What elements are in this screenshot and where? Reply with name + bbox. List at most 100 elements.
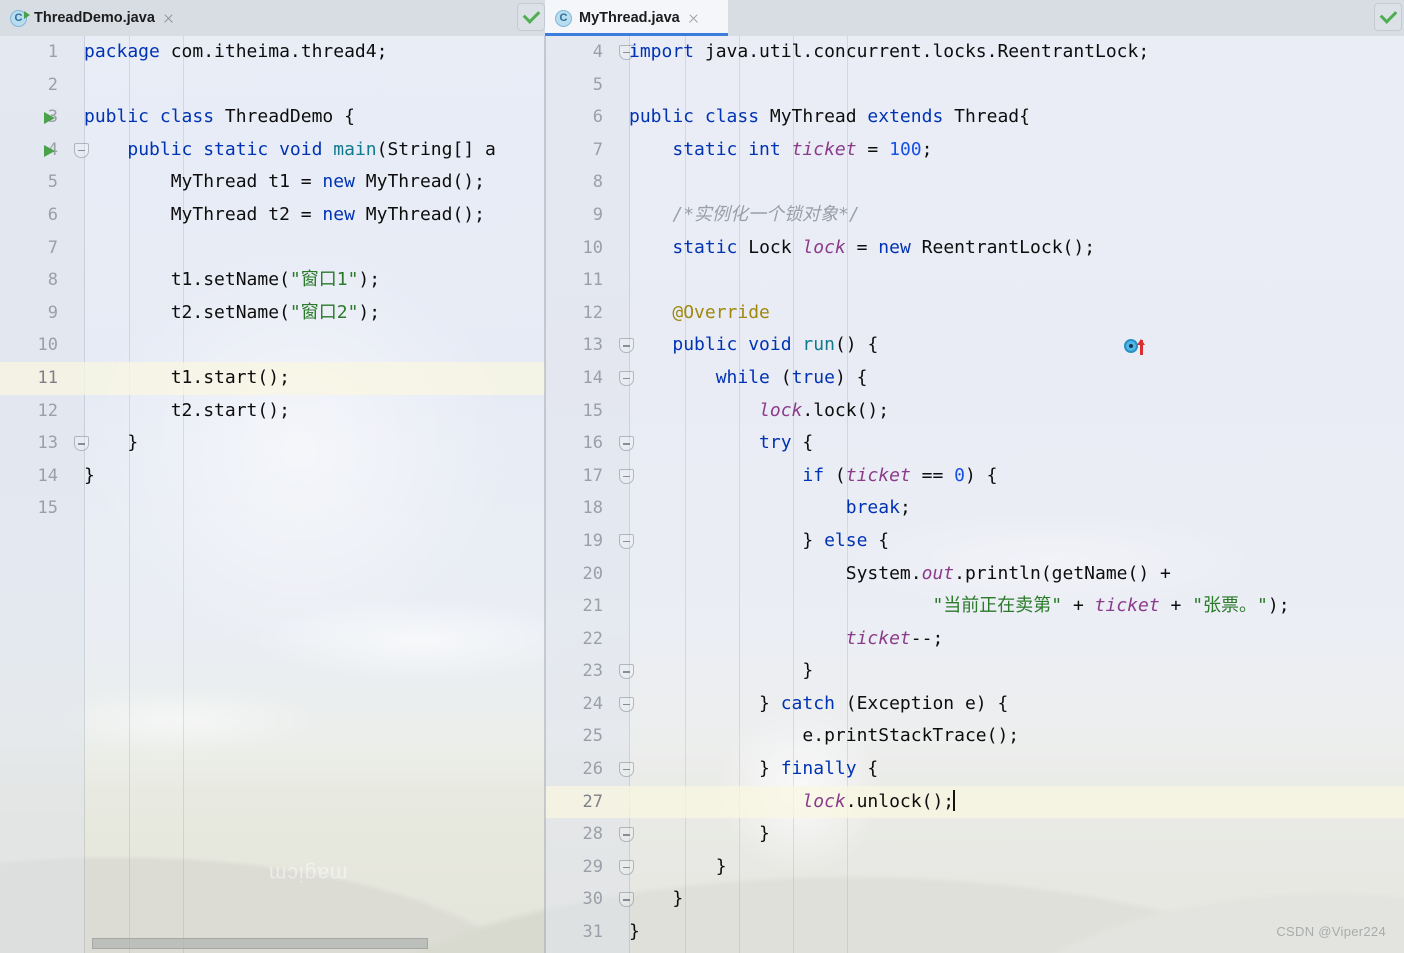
code-line[interactable]: 27 lock.unlock();: [545, 785, 1404, 819]
line-number: 11: [582, 270, 603, 291]
run-triangle-icon[interactable]: [44, 144, 55, 157]
code-line[interactable]: 4 public static void main(String[] a: [0, 134, 545, 167]
line-number: 30: [582, 889, 603, 910]
code-line[interactable]: 28 }: [545, 818, 1404, 851]
code-line[interactable]: 18 break;: [545, 492, 1404, 525]
code-line[interactable]: 30 }: [545, 883, 1404, 916]
code-line[interactable]: 26 } finally {: [545, 753, 1404, 786]
token-fld: out: [921, 562, 955, 584]
token-txt: (String[] a: [376, 138, 496, 160]
line-number: 27: [582, 791, 603, 812]
token-anno: @Override: [672, 301, 770, 323]
line-number: 17: [582, 465, 603, 486]
code-line[interactable]: 2: [0, 69, 545, 102]
code-line[interactable]: 8: [545, 166, 1404, 199]
code-line[interactable]: 16 try {: [545, 427, 1404, 460]
token-meth: main: [322, 138, 377, 160]
code-line[interactable]: 13 }: [0, 427, 545, 460]
token-txt: Lock: [737, 236, 803, 258]
code-line[interactable]: 8 t1.setName("窗口1");: [0, 264, 545, 297]
code-line[interactable]: 4 import java.util.concurrent.locks.Reent…: [545, 36, 1404, 69]
token-fld: ticket: [780, 138, 857, 160]
code-line[interactable]: 23 }: [545, 655, 1404, 688]
token-str: "当前正在卖第": [932, 595, 1063, 617]
code-text: }: [629, 655, 813, 688]
token-txt: () {: [834, 334, 879, 356]
code-line[interactable]: 24 } catch (Exception e) {: [545, 688, 1404, 721]
horizontal-scrollbar-left[interactable]: [84, 931, 545, 953]
code-text: }: [629, 818, 770, 851]
code-text: t2.setName("窗口2");: [84, 297, 380, 330]
token-txt: (Exception e) {: [834, 692, 1009, 714]
tab-threaddemo-java[interactable]: C ThreadDemo.java: [0, 0, 197, 36]
token-kw: try: [759, 432, 792, 454]
code-line[interactable]: 12 t2.start();: [0, 395, 545, 428]
code-line[interactable]: 21 "当前正在卖第" + ticket + "张票。");: [545, 590, 1404, 623]
code-line[interactable]: 9 t2.setName("窗口2");: [0, 297, 545, 330]
token-kw: new: [322, 203, 355, 225]
line-number: 24: [582, 693, 603, 714]
close-icon[interactable]: [687, 12, 700, 25]
run-triangle-icon[interactable]: [44, 112, 55, 125]
code-line[interactable]: 5: [545, 69, 1404, 102]
token-txt: e.printStackTrace();: [629, 725, 1020, 747]
code-text: }: [629, 916, 640, 949]
editor-splitter[interactable]: [544, 36, 546, 953]
code-line[interactable]: 22 ticket--;: [545, 623, 1404, 656]
override-method-icon[interactable]: [1124, 337, 1152, 356]
line-number: 29: [582, 856, 603, 877]
token-kw: else: [824, 529, 868, 551]
token-kw: extends: [867, 106, 944, 128]
token-txt: java.util.concurrent.locks.ReentrantLock…: [694, 41, 1150, 62]
token-str: "窗口1": [289, 269, 359, 291]
code-line[interactable]: 19 } else {: [545, 525, 1404, 558]
code-line[interactable]: 10 static Lock lock = new ReentrantLock(…: [545, 232, 1404, 265]
line-number: 8: [592, 172, 603, 193]
code-line[interactable]: 14 while (true) {: [545, 362, 1404, 395]
token-fld: ticket: [845, 627, 911, 649]
scrollbar-thumb[interactable]: [92, 938, 428, 949]
code-line[interactable]: 3 public class ThreadDemo {: [0, 101, 545, 134]
code-line[interactable]: 11 t1.start();: [0, 361, 545, 395]
token-cmt: /*实例化一个锁对象*/: [672, 203, 860, 225]
inspection-status-left[interactable]: [517, 3, 545, 31]
code-line[interactable]: 7 static int ticket = 100;: [545, 134, 1404, 167]
code-line[interactable]: 1 package com.itheima.thread4;: [0, 36, 545, 69]
line-number: 19: [582, 530, 603, 551]
code-line[interactable]: 15 lock.lock();: [545, 395, 1404, 428]
code-line[interactable]: 15: [0, 492, 545, 525]
code-line[interactable]: 14}: [0, 460, 545, 493]
code-line[interactable]: 13 public void run() {: [545, 329, 1404, 362]
code-text: static Lock lock = new ReentrantLock();: [629, 232, 1095, 265]
code-line[interactable]: 31}: [545, 916, 1404, 949]
code-text: }: [84, 427, 138, 460]
code-editor-threaddemo[interactable]: 1 package com.itheima.thread4; 2 3 public cl…: [0, 36, 545, 953]
code-line[interactable]: 29 }: [545, 851, 1404, 884]
token-fld: lock: [802, 236, 846, 258]
code-line[interactable]: 6 public class MyThread extends Thread{: [545, 101, 1404, 134]
line-number: 10: [37, 335, 58, 356]
token-fld: ticket: [1094, 595, 1160, 617]
code-line[interactable]: 7: [0, 232, 545, 265]
inspection-status-right[interactable]: [1374, 3, 1402, 31]
close-icon[interactable]: [162, 12, 175, 25]
code-line[interactable]: 9 /*实例化一个锁对象*/: [545, 199, 1404, 232]
code-line[interactable]: 5 MyThread t1 = new MyThread();: [0, 166, 545, 199]
code-line[interactable]: 6 MyThread t2 = new MyThread();: [0, 199, 545, 232]
token-fld: ticket: [845, 464, 911, 486]
code-line[interactable]: 12 @Override: [545, 297, 1404, 330]
code-text: MyThread t2 = new MyThread();: [84, 199, 485, 232]
code-line[interactable]: 20 System.out.println(getName() +: [545, 558, 1404, 591]
code-line[interactable]: 10: [0, 329, 545, 362]
token-txt: +: [1062, 595, 1095, 617]
code-line[interactable]: 25 e.printStackTrace();: [545, 720, 1404, 753]
editor-tab-bar: C ThreadDemo.java C MyThread.java: [0, 0, 1404, 36]
code-editor-mythread[interactable]: 4 import java.util.concurrent.locks.Reent…: [545, 36, 1404, 953]
tab-mythread-java[interactable]: C MyThread.java: [545, 0, 728, 36]
code-line[interactable]: 17 if (ticket == 0) {: [545, 460, 1404, 493]
code-line[interactable]: 11: [545, 264, 1404, 297]
